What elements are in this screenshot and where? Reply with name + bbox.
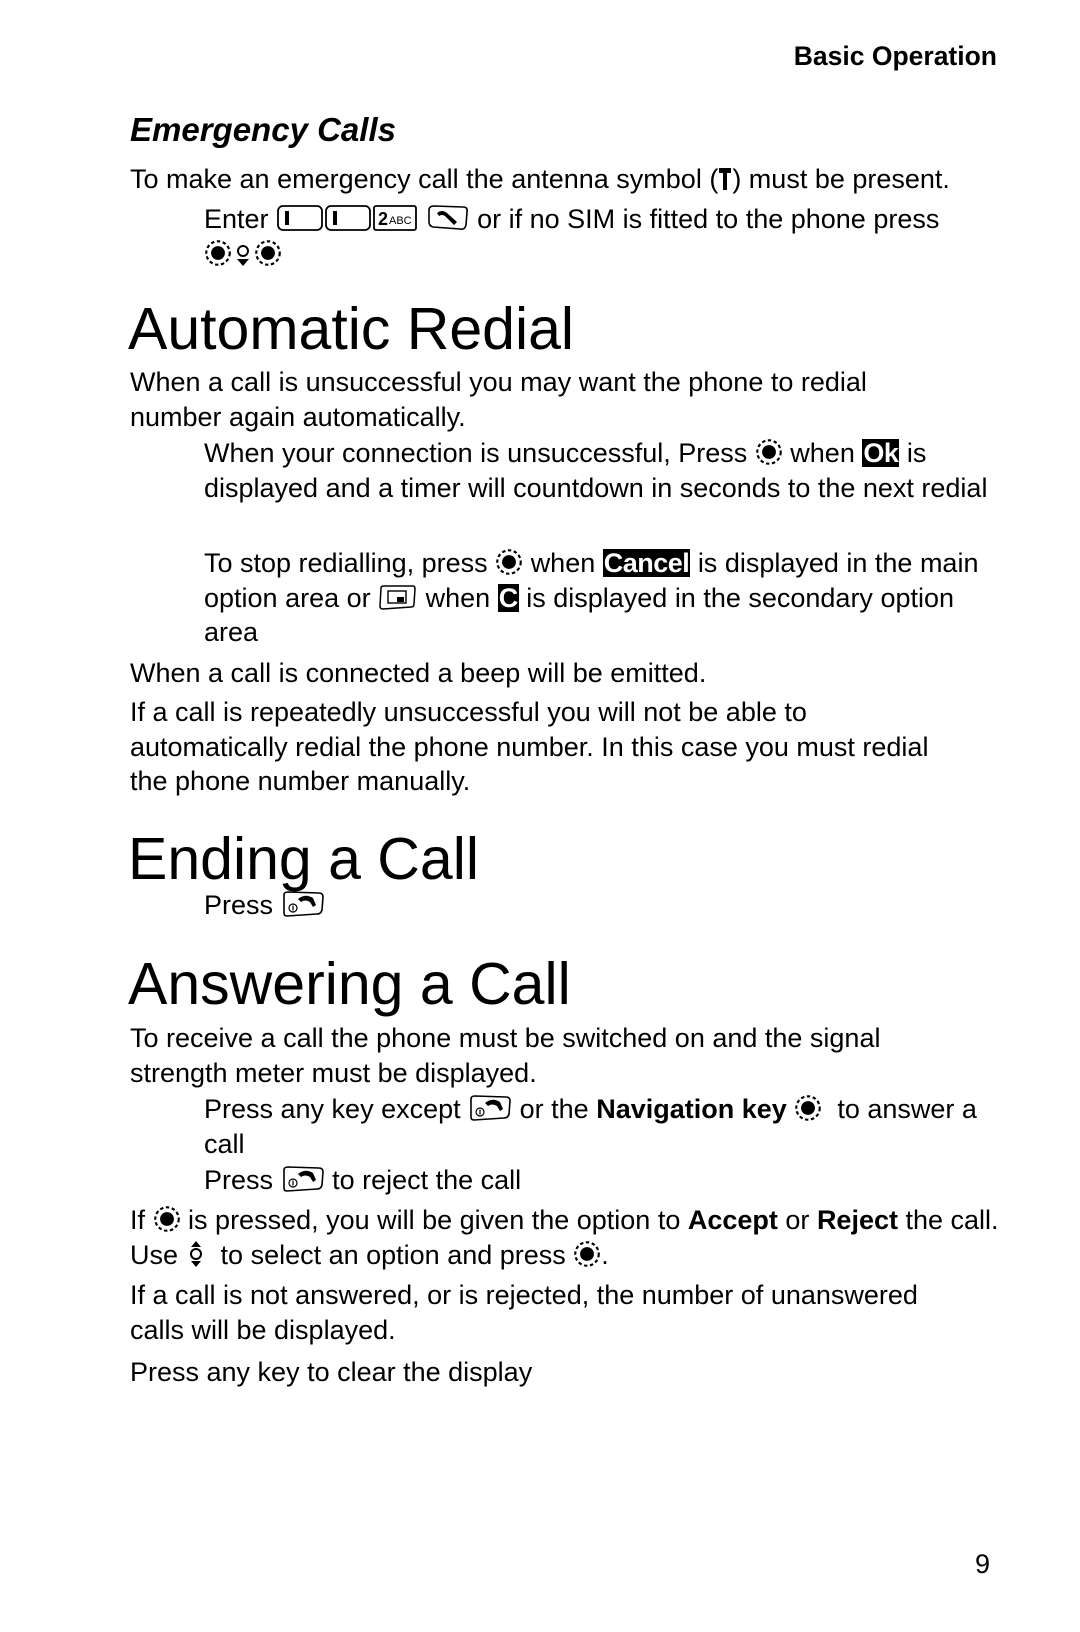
press-label: Press	[204, 1165, 274, 1195]
accept-reject-para: If is pressed, you will be given the opt…	[130, 1203, 1010, 1272]
answer-step-text: Press any key except	[204, 1094, 461, 1124]
redial-step-text: when	[790, 438, 855, 468]
automatic-redial-heading: Automatic Redial	[128, 296, 574, 362]
c-softkey-label: C	[497, 582, 519, 613]
para-text: is pressed, you will be given the option…	[188, 1205, 681, 1235]
svg-text:2: 2	[378, 209, 388, 229]
end-call-key-icon	[468, 1094, 512, 1122]
nav-down-icon	[232, 237, 254, 269]
redial-manual-note: If a call is repeatedly unsuccessful you…	[130, 697, 929, 796]
ok-softkey-label: Ok	[862, 438, 900, 468]
emergency-intro-text: To make an emergency call the antenna sy…	[130, 164, 719, 194]
key-1-icon	[324, 204, 372, 232]
para-text: If	[130, 1205, 146, 1235]
nav-select-icon	[794, 1092, 822, 1124]
cancel-softkey-label: Cancel	[602, 548, 691, 578]
redial-stop-text: when	[530, 548, 596, 578]
page-number: 9	[975, 1549, 991, 1579]
accept-option-label: Accept	[687, 1205, 778, 1235]
answer-step-text: or the	[519, 1094, 589, 1124]
nav-select-icon	[153, 1203, 181, 1235]
nav-up-down-icon	[186, 1238, 206, 1270]
svg-text:ABC: ABC	[389, 215, 412, 227]
reject-step: Press to reject the call	[204, 1163, 1004, 1198]
unanswered-calls-note: If a call is not answered, or is rejecte…	[130, 1280, 918, 1345]
press-label: Press	[204, 890, 274, 920]
enter-label: Enter	[204, 204, 269, 234]
key-2abc-icon: 2 ABC	[372, 204, 418, 232]
reject-step-text: to reject the call	[332, 1165, 522, 1195]
antenna-icon	[718, 167, 732, 191]
emergency-intro: To make an emergency call the antenna sy…	[130, 162, 1010, 197]
end-call-key-icon	[281, 890, 325, 918]
answering-call-heading: Answering a Call	[128, 951, 571, 1017]
end-call-key-icon	[281, 1165, 325, 1193]
answer-step: Press any key except or the Navigation k…	[204, 1092, 1004, 1161]
nav-select-icon	[573, 1238, 601, 1270]
redial-step-start: When your connection is unsuccessful, Pr…	[204, 436, 1004, 505]
reject-option-label: Reject	[816, 1205, 898, 1235]
ending-call-step: Press	[204, 888, 1004, 923]
para-text: or	[785, 1205, 810, 1235]
no-sim-text: or if no SIM is fitted to the phone pres…	[477, 204, 940, 234]
navigation-key-label: Navigation key	[596, 1094, 787, 1124]
nav-select-icon	[755, 436, 783, 468]
secondary-softkey-icon	[378, 583, 418, 611]
emergency-calls-heading: Emergency Calls	[130, 111, 396, 148]
ending-call-heading: Ending a Call	[128, 826, 479, 892]
redial-step-text: When your connection is unsuccessful, Pr…	[204, 438, 748, 468]
para-text: .	[601, 1239, 609, 1270]
emergency-step: Enter 2 ABC or if no SIM is fitted to the…	[204, 202, 1004, 271]
redial-step-stop: To stop redialling, press when Cancel is…	[204, 546, 1004, 650]
nav-select-icon	[204, 237, 232, 269]
page-section-header: Basic Operation	[793, 41, 997, 71]
clear-display-note: Press any key to clear the display	[130, 1357, 533, 1387]
nav-select-icon	[495, 546, 523, 578]
redial-intro: When a call is unsuccessful you may want…	[130, 367, 867, 432]
redial-beep-note: When a call is connected a beep will be …	[130, 658, 707, 688]
key-1-icon	[276, 204, 324, 232]
redial-stop-text: when	[425, 582, 491, 613]
nav-select-icon	[254, 237, 282, 269]
emergency-intro-text-end: ) must be present.	[732, 164, 950, 194]
answering-intro: To receive a call the phone must be swit…	[130, 1023, 881, 1088]
para-text: to select an option and press	[220, 1239, 566, 1270]
call-send-key-icon	[426, 204, 470, 232]
redial-stop-text: To stop redialling, press	[204, 548, 488, 578]
